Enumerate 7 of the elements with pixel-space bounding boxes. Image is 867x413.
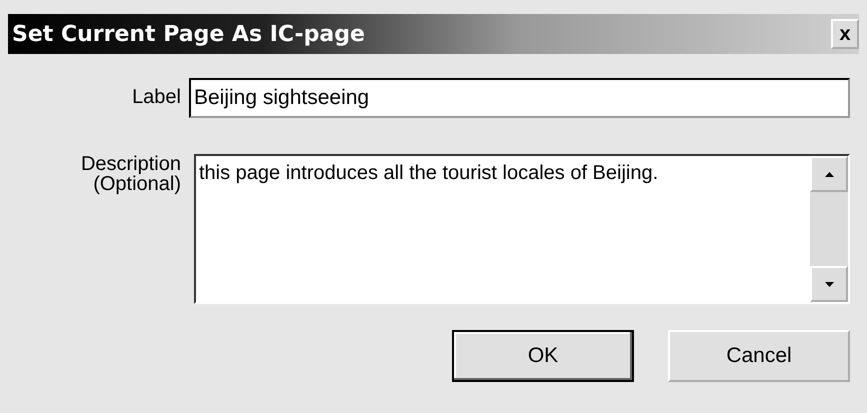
- ok-button[interactable]: OK: [452, 330, 634, 382]
- field-label: Description (Optional): [80, 154, 182, 194]
- field-label: Label: [131, 85, 182, 107]
- close-button[interactable]: x: [831, 19, 859, 49]
- text-field[interactable]: Beijing sightseeing: [189, 78, 850, 118]
- cancel-button[interactable]: Cancel: [668, 330, 850, 382]
- window-title: Set Current Page As IC-page: [11, 22, 365, 46]
